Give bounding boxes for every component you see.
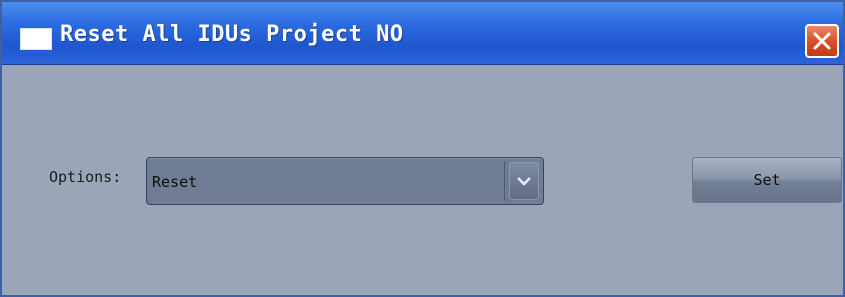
close-icon bbox=[813, 32, 831, 50]
title-bar[interactable]: Reset All IDUs Project NO bbox=[2, 2, 843, 65]
window-icon bbox=[20, 28, 52, 50]
close-button[interactable] bbox=[805, 24, 839, 58]
window-title: Reset All IDUs Project NO bbox=[60, 22, 404, 47]
dropdown-button[interactable] bbox=[509, 162, 539, 200]
options-select[interactable]: Reset bbox=[146, 157, 544, 205]
chevron-down-icon bbox=[517, 177, 531, 186]
dialog-body: Options: Reset Set bbox=[2, 65, 843, 295]
combo-divider bbox=[504, 161, 505, 201]
options-selected-value: Reset bbox=[152, 173, 198, 191]
options-label: Options: bbox=[49, 168, 122, 186]
dialog-window: Reset All IDUs Project NO Options: Reset… bbox=[0, 0, 845, 297]
set-button[interactable]: Set bbox=[692, 157, 842, 203]
